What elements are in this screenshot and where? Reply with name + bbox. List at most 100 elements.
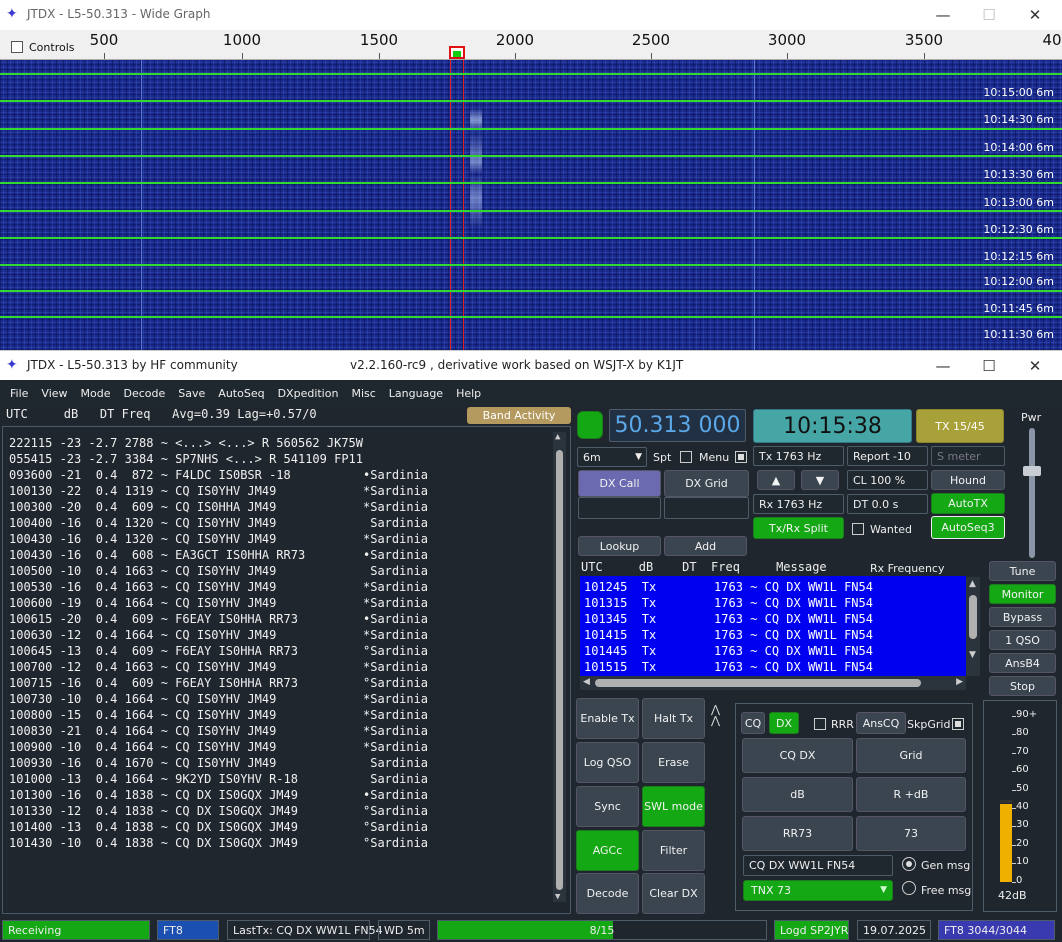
free-message-select[interactable]: TNX 73 ▼ (743, 880, 893, 901)
menu-decode[interactable]: Decode (124, 387, 166, 400)
anscq-button[interactable]: AnsCQ (856, 712, 906, 734)
rx-frequency-spinbox[interactable]: Rx 1763 Hz (753, 494, 844, 514)
agcc-button[interactable]: AGCc (576, 830, 639, 871)
maximize-icon[interactable]: ☐ (966, 351, 1012, 381)
menu-view[interactable]: View (41, 387, 67, 400)
minimize-icon[interactable]: — (920, 0, 966, 30)
controls-checkbox[interactable] (11, 40, 27, 53)
cl-spinbox[interactable]: CL 100 % (847, 470, 928, 490)
menu-misc[interactable]: Misc (351, 387, 375, 400)
tx-history-row[interactable]: 101315 Tx 1763 ~ CQ DX WW1L FN54 (584, 595, 873, 611)
one-qso-button[interactable]: 1 QSO (989, 630, 1056, 650)
dx-grid-input[interactable] (664, 497, 749, 519)
73-button[interactable]: 73 (856, 816, 966, 851)
cq-dx-button[interactable]: CQ DX (742, 738, 853, 773)
dt-spinbox[interactable]: DT 0.0 s (847, 494, 928, 514)
rx-scrollbar[interactable]: ▲ ▼ (966, 577, 980, 676)
add-button[interactable]: Add (664, 536, 747, 556)
skpgrid-checkbox[interactable] (952, 717, 964, 730)
enable-tx-button[interactable]: Enable Tx (576, 698, 639, 739)
free-msg-radio[interactable] (902, 881, 920, 895)
lookup-button[interactable]: Lookup (578, 536, 661, 556)
tx-up-button[interactable]: ▲ (757, 470, 795, 490)
tx-history-row[interactable]: 101415 Tx 1763 ~ CQ DX WW1L FN54 (584, 627, 873, 643)
decode-row[interactable]: 100130 -22 0.4 1319 ~ CQ IS0YHV JM49 *Sa… (9, 483, 428, 499)
band-activity-list[interactable]: 222115 -23 -2.7 2788 ~ <...> <...> R 560… (2, 426, 571, 914)
tx-history-row[interactable]: 101345 Tx 1763 ~ CQ DX WW1L FN54 (584, 611, 873, 627)
decode-row[interactable]: 100530 -16 0.4 1663 ~ CQ IS0YHV JM49 *Sa… (9, 579, 428, 595)
dx-call-button[interactable]: DX Call (578, 470, 661, 497)
ansb4-button[interactable]: AnsB4 (989, 653, 1056, 673)
decode-row[interactable]: 100615 -20 0.4 609 ~ F6EAY IS0HHA RR73 •… (9, 611, 428, 627)
log-qso-button[interactable]: Log QSO (576, 742, 639, 783)
s-meter-field[interactable]: S meter (931, 446, 1005, 466)
tx-marker[interactable] (449, 46, 465, 59)
hound-button[interactable]: Hound (931, 470, 1005, 490)
decode-row[interactable]: 100800 -15 0.4 1664 ~ CQ IS0YHV JM49 *Sa… (9, 707, 428, 723)
r-db-button[interactable]: R +dB (856, 777, 966, 812)
menu-autoseq[interactable]: AutoSeq (218, 387, 264, 400)
decode-row[interactable]: 100430 -16 0.4 608 ~ EA3GCT IS0HHA RR73 … (9, 547, 428, 563)
report-spinbox[interactable]: Report -10 (847, 446, 928, 466)
db-button[interactable]: dB (742, 777, 853, 812)
grid-button[interactable]: Grid (856, 738, 966, 773)
decode-row[interactable]: 101300 -16 0.4 1838 ~ CQ DX IS0GQX JM49 … (9, 787, 428, 803)
waterfall-display[interactable]: 10:15:00 6m 10:14:30 6m 10:14:00 6m 10:1… (0, 60, 1062, 350)
decode-row[interactable]: 100715 -16 0.4 609 ~ F6EAY IS0HHA RR73 °… (9, 675, 428, 691)
tx-slot-button[interactable]: TX 15/45 (916, 409, 1004, 443)
decode-row[interactable]: 100500 -10 0.4 1663 ~ CQ IS0YHV JM49 Sar… (9, 563, 428, 579)
monitor-button[interactable]: Monitor (989, 584, 1056, 604)
tx-history-row[interactable]: 101445 Tx 1763 ~ CQ DX WW1L FN54 (584, 643, 873, 659)
decode-row[interactable]: 100630 -12 0.4 1664 ~ CQ IS0YHV JM49 *Sa… (9, 627, 428, 643)
decode-row[interactable]: 093600 -21 0.4 872 ~ F4LDC IS0BSR -18 •S… (9, 467, 428, 483)
power-slider[interactable] (1023, 428, 1041, 558)
dial-frequency-display[interactable]: 50.313 000 (609, 409, 746, 442)
spt-checkbox[interactable] (680, 450, 696, 463)
tx-history-row[interactable]: 101515 Tx 1763 ~ CQ DX WW1L FN54 (584, 659, 873, 675)
sync-button[interactable]: Sync (576, 786, 639, 827)
decode-row[interactable]: 100930 -16 0.4 1670 ~ CQ IS0YHV JM49 Sar… (9, 755, 428, 771)
autotx-button[interactable]: AutoTX (931, 493, 1005, 514)
decode-row[interactable]: 100700 -12 0.4 1663 ~ CQ IS0YHV JM49 *Sa… (9, 659, 428, 675)
bypass-button[interactable]: Bypass (989, 607, 1056, 627)
erase-button[interactable]: Erase (642, 742, 705, 783)
menu-save[interactable]: Save (178, 387, 205, 400)
menu-file[interactable]: File (10, 387, 28, 400)
decode-row[interactable]: 101000 -13 0.4 1664 ~ 9K2YD IS0YHV R-18 … (9, 771, 428, 787)
dx-button[interactable]: DX (769, 712, 799, 734)
tx-rx-split-button[interactable]: Tx/Rx Split (753, 517, 844, 539)
decode-row[interactable]: 101430 -10 0.4 1838 ~ CQ DX IS0GQX JM49 … (9, 835, 428, 851)
stop-button[interactable]: Stop (989, 676, 1056, 696)
decode-row[interactable]: 222115 -23 -2.7 2788 ~ <...> <...> R 560… (9, 435, 363, 451)
menu-language[interactable]: Language (389, 387, 443, 400)
tune-button[interactable]: Tune (989, 561, 1056, 581)
decode-row[interactable]: 100830 -21 0.4 1664 ~ CQ IS0YHV JM49 *Sa… (9, 723, 428, 739)
gen-msg-radio[interactable] (902, 857, 920, 871)
decode-row[interactable]: 100430 -16 0.4 1320 ~ CQ IS0YHV JM49 *Sa… (9, 531, 428, 547)
menu-help[interactable]: Help (456, 387, 481, 400)
frequency-ruler[interactable]: Controls 500 1000 1500 2000 2500 3000 35… (0, 30, 1062, 60)
decode-row[interactable]: 101330 -12 0.4 1838 ~ CQ DX IS0GQX JM49 … (9, 803, 428, 819)
autoseq3-button[interactable]: AutoSeq3 (931, 516, 1005, 539)
dx-call-input[interactable] (578, 497, 661, 519)
decode-row[interactable]: 055415 -23 -2.7 3384 ~ SP7NHS <...> R 54… (9, 451, 363, 467)
decode-row[interactable]: 100730 -10 0.4 1664 ~ CQ IS0YHV JM49 *Sa… (9, 691, 428, 707)
scrollbar[interactable]: ▲ ▼ (553, 432, 566, 902)
tx-down-button[interactable]: ▼ (801, 470, 839, 490)
decode-row[interactable]: 100400 -16 0.4 1320 ~ CQ IS0YHV JM49 Sar… (9, 515, 428, 531)
generated-message-field[interactable]: CQ DX WW1L FN54 (743, 855, 893, 876)
rr73-button[interactable]: RR73 (742, 816, 853, 851)
close-icon[interactable]: ✕ (1012, 0, 1058, 30)
minimize-icon[interactable]: — (920, 351, 966, 381)
collapse-arrows-icon[interactable]: ⋀ ⋀ (711, 704, 733, 736)
menu-checkbox[interactable] (735, 450, 747, 463)
rx-hscrollbar[interactable]: ◀ ▶ (580, 676, 966, 690)
menu-mode[interactable]: Mode (81, 387, 111, 400)
decode-row[interactable]: 100300 -20 0.4 609 ~ CQ IS0HHA JM49 *Sar… (9, 499, 428, 515)
decode-button[interactable]: Decode (576, 873, 639, 914)
filter-button[interactable]: Filter (642, 830, 705, 871)
rrr-checkbox[interactable] (814, 717, 830, 730)
band-select[interactable]: 6m ▼ (577, 447, 647, 467)
close-icon[interactable]: ✕ (1012, 351, 1058, 381)
wanted-checkbox[interactable] (852, 522, 868, 535)
